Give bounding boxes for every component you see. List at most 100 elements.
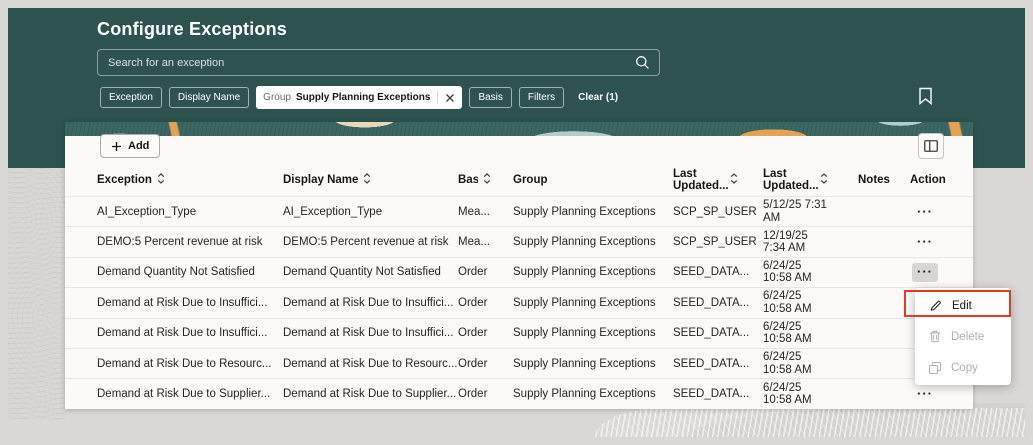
row-actions-button-open[interactable]: ··· [912,263,938,282]
row-actions-menu: Edit Delete Copy [915,288,1011,385]
display-name-cell: AI_Exception_Type [283,206,458,218]
last-updated-on-cell: 6/24/25 10:58 AM [763,260,827,285]
exception-cell: Demand at Risk Due to Insuffici... [97,297,283,309]
exceptions-table-card: Add Exception Display Name Bas [65,122,973,409]
search-input[interactable] [98,57,635,69]
plus-icon [111,141,122,152]
menu-item-edit[interactable]: Edit [915,290,1011,321]
last-updated-on-cell: 6/24/25 10:58 AM [763,321,827,346]
display-name-cell: Demand at Risk Due to Insuffici... [283,327,458,339]
last-updated-on-cell: 5/12/25 7:31 AM [763,199,827,224]
menu-item-copy-label: Copy [951,362,978,374]
decorative-banner [65,122,973,136]
chip-group-active[interactable]: Group Supply Planning Exceptions [256,86,462,109]
last-updated-by-cell: SEED_DATA... [673,358,763,370]
col-header-last-updated-on[interactable]: Last Updated... [763,168,858,192]
col-header-display-name[interactable]: Display Name [283,173,458,187]
col-header-basis[interactable]: Bas [458,173,513,187]
screen: Configure Exceptions Exception Display N… [0,0,1033,445]
group-cell: Supply Planning Exceptions [513,388,673,400]
chip-basis[interactable]: Basis [469,87,511,108]
menu-item-delete-label: Delete [951,331,984,343]
trash-icon [929,330,941,343]
clear-filters-link[interactable]: Clear (1) [578,92,618,103]
table-header-row: Exception Display Name Bas Group Last Up… [65,163,973,196]
chip-divider [437,91,438,104]
exceptions-table: Exception Display Name Bas Group Last Up… [65,163,973,409]
table-row: Demand at Risk Due to Insuffici... Deman… [65,287,973,317]
bookmark-icon[interactable] [918,87,933,108]
exception-cell: Demand Quantity Not Satisfied [97,266,283,278]
display-name-cell: Demand Quantity Not Satisfied [283,266,458,278]
last-updated-on-cell: 6/24/25 10:58 AM [763,382,827,407]
display-name-cell: Demand at Risk Due to Supplier... [283,388,458,400]
table-row: Demand at Risk Due to Insuffici... Deman… [65,318,973,348]
table-row: DEMO:5 Percent revenue at risk DEMO:5 Pe… [65,226,973,256]
basis-cell: Mea... [458,206,513,218]
last-updated-by-cell: SEED_DATA... [673,266,763,278]
last-updated-by-cell: SEED_DATA... [673,388,763,400]
exception-search[interactable] [97,49,660,76]
group-cell: Supply Planning Exceptions [513,297,673,309]
sort-icon [157,173,165,187]
sort-icon [363,173,371,187]
row-actions-button[interactable]: ··· [912,233,938,252]
basis-cell: Order [458,388,513,400]
table-row: AI_Exception_Type AI_Exception_Type Mea.… [65,196,973,226]
group-cell: Supply Planning Exceptions [513,266,673,278]
last-updated-on-cell: 12/19/25 7:34 AM [763,230,827,255]
display-name-cell: Demand at Risk Due to Resourc... [283,358,458,370]
basis-cell: Order [458,327,513,339]
add-button-label: Add [128,140,149,152]
search-icon[interactable] [635,55,659,70]
col-header-notes: Notes [858,174,910,186]
page-title: Configure Exceptions [97,19,287,40]
menu-item-delete: Delete [915,321,1011,352]
menu-item-edit-label: Edit [952,300,972,312]
basis-cell: Order [458,266,513,278]
col-header-group: Group [513,174,673,186]
col-header-last-updated-by[interactable]: Last Updated... [673,168,763,192]
exception-cell: DEMO:5 Percent revenue at risk [97,236,283,248]
last-updated-by-cell: SCP_SP_USER [673,236,763,248]
table-row: Demand Quantity Not Satisfied Demand Qua… [65,257,973,287]
chip-exception[interactable]: Exception [100,87,162,108]
last-updated-by-cell: SEED_DATA... [673,297,763,309]
exception-cell: Demand at Risk Due to Insuffici... [97,327,283,339]
add-button[interactable]: Add [100,134,160,158]
table-row: Demand at Risk Due to Resourc... Demand … [65,348,973,378]
copy-icon [929,362,941,374]
basis-cell: Order [458,358,513,370]
group-cell: Supply Planning Exceptions [513,236,673,248]
chip-display-name[interactable]: Display Name [169,87,249,108]
background-swirl-pattern [8,168,65,420]
background-squiggle-pattern [595,408,1025,437]
display-name-cell: Demand at Risk Due to Insuffici... [283,297,458,309]
chip-filters[interactable]: Filters [519,87,564,108]
menu-item-copy: Copy [915,352,1011,383]
last-updated-by-cell: SCP_SP_USER [673,206,763,218]
exception-cell: Demand at Risk Due to Supplier... [97,388,283,400]
sort-icon [730,173,738,187]
pencil-icon [929,299,942,312]
row-actions-button[interactable]: ··· [912,202,938,221]
last-updated-on-cell: 6/24/25 10:58 AM [763,290,827,315]
exception-cell: Demand at Risk Due to Resourc... [97,358,283,370]
chip-close-icon[interactable] [445,93,455,103]
group-cell: Supply Planning Exceptions [513,327,673,339]
last-updated-on-cell: 6/24/25 10:58 AM [763,351,827,376]
split-panel-icon [924,140,938,152]
last-updated-by-cell: SEED_DATA... [673,327,763,339]
chip-group-value: Supply Planning Exceptions [296,92,430,103]
table-row: Demand at Risk Due to Supplier... Demand… [65,378,973,408]
group-cell: Supply Planning Exceptions [513,206,673,218]
row-actions-button[interactable]: ··· [912,385,938,404]
col-header-action: Action [910,174,969,186]
manage-columns-button[interactable] [918,133,944,159]
filter-chip-row: Exception Display Name Group Supply Plan… [100,86,618,109]
sort-icon [820,173,828,187]
display-name-cell: DEMO:5 Percent revenue at risk [283,236,458,248]
col-header-exception[interactable]: Exception [97,173,283,187]
exception-cell: AI_Exception_Type [97,206,283,218]
chip-group-prefix: Group [263,92,291,103]
